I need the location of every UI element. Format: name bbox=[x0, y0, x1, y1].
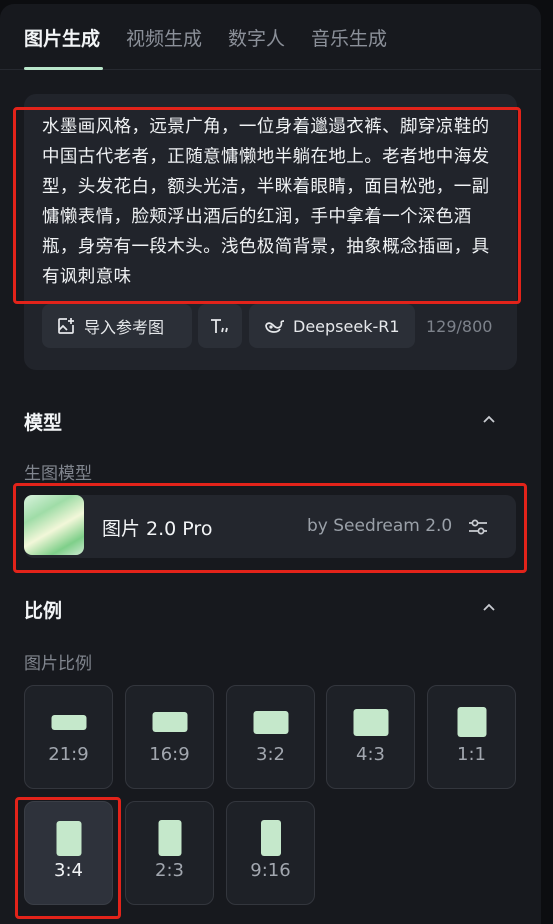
ratio-option-2-3[interactable]: 2:3 bbox=[125, 801, 214, 905]
ratio-section-title: 比例 bbox=[24, 600, 63, 622]
ratio-option-3-2[interactable]: 3:2 bbox=[226, 685, 315, 789]
ratio-shape bbox=[56, 821, 81, 856]
generation-panel: 图片生成 视频生成 数字人 音乐生成 水墨画风格，远景广角，一位身着邋遢衣裤、脚… bbox=[0, 4, 541, 924]
ratio-shape bbox=[260, 820, 281, 856]
ratio-shape bbox=[457, 707, 486, 737]
tab-music-generation[interactable]: 音乐生成 bbox=[311, 24, 387, 51]
sliders-icon[interactable] bbox=[466, 515, 490, 539]
ratio-label: 2:3 bbox=[155, 860, 184, 881]
ratio-label: 1:1 bbox=[457, 744, 486, 765]
char-counter: 129/800 bbox=[426, 317, 493, 336]
ratio-shape bbox=[158, 820, 181, 856]
import-reference-label: 导入参考图 bbox=[84, 318, 165, 337]
ratio-shape bbox=[353, 709, 388, 736]
ratio-label: 9:16 bbox=[250, 860, 291, 881]
tab-digital-human[interactable]: 数字人 bbox=[228, 24, 285, 51]
active-tab-indicator bbox=[24, 67, 103, 70]
model-section-subtitle: 生图模型 bbox=[24, 464, 92, 484]
model-thumbnail bbox=[24, 495, 84, 555]
ratio-option-16-9[interactable]: 16:9 bbox=[125, 685, 214, 789]
tab-bar: 图片生成 视频生成 数字人 音乐生成 bbox=[0, 4, 541, 70]
image-plus-icon bbox=[58, 318, 74, 334]
import-reference-button[interactable]: 导入参考图 bbox=[42, 304, 192, 348]
model-section-title: 模型 bbox=[24, 412, 63, 434]
prompt-textarea[interactable]: 水墨画风格，远景广角，一位身着邋遢衣裤、脚穿凉鞋的中国古代老者，正随意慵懒地半躺… bbox=[42, 112, 500, 292]
text-format-button[interactable] bbox=[198, 304, 242, 348]
ratio-section-subtitle: 图片比例 bbox=[24, 654, 92, 674]
ratio-option-3-4[interactable]: 3:4 bbox=[24, 801, 113, 905]
model-provider: by Seedream 2.0 bbox=[307, 516, 453, 536]
model-selector[interactable]: 图片 2.0 Pro by Seedream 2.0 bbox=[24, 495, 516, 558]
ratio-option-9-16[interactable]: 9:16 bbox=[226, 801, 315, 905]
ratio-shape bbox=[253, 711, 288, 734]
ratio-shape bbox=[51, 715, 86, 730]
ratio-option-21-9[interactable]: 21:9 bbox=[24, 685, 113, 789]
deepseek-whale-icon bbox=[265, 320, 285, 333]
text-format-icon bbox=[211, 319, 228, 333]
ratio-label: 3:2 bbox=[256, 744, 285, 765]
tab-image-generation[interactable]: 图片生成 bbox=[24, 24, 100, 51]
model-name: 图片 2.0 Pro bbox=[102, 518, 213, 540]
chevron-up-icon[interactable] bbox=[478, 408, 500, 430]
ratio-label: 4:3 bbox=[356, 744, 385, 765]
ratio-label: 16:9 bbox=[149, 744, 190, 765]
ratio-label: 3:4 bbox=[54, 860, 83, 881]
llm-label: Deepseek-R1 bbox=[293, 316, 400, 336]
ratio-option-4-3[interactable]: 4:3 bbox=[326, 685, 415, 789]
tab-video-generation[interactable]: 视频生成 bbox=[126, 24, 202, 51]
llm-selector-button[interactable]: Deepseek-R1 bbox=[249, 304, 415, 348]
ratio-shape bbox=[152, 712, 187, 732]
chevron-up-icon[interactable] bbox=[478, 596, 500, 618]
ratio-option-1-1[interactable]: 1:1 bbox=[427, 685, 516, 789]
ratio-label: 21:9 bbox=[48, 744, 89, 765]
